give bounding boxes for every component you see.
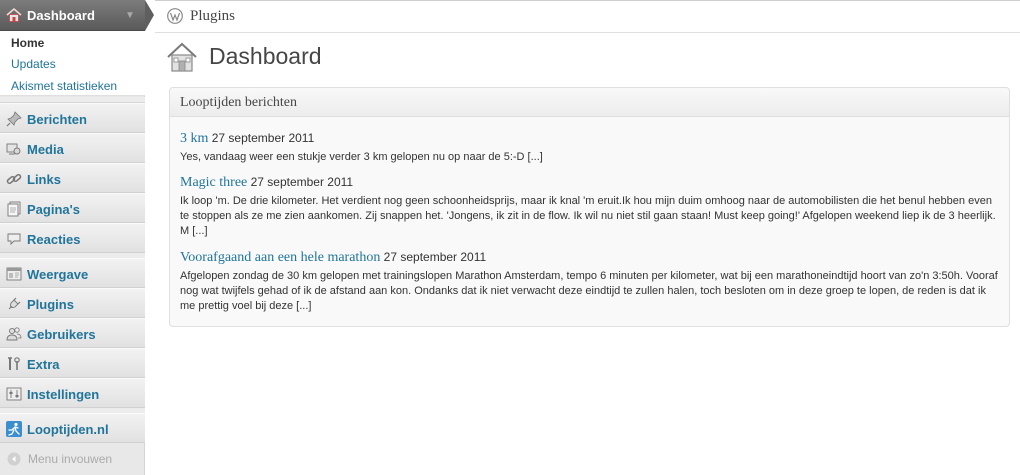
menu-item-reacties[interactable]: Reacties — [0, 223, 145, 253]
menu-label: Berichten — [27, 112, 87, 127]
menu-label: Media — [27, 142, 64, 157]
wordpress-logo-icon — [167, 8, 183, 24]
post-title-link[interactable]: Magic three — [180, 175, 247, 190]
post-title-link[interactable]: 3 km — [180, 131, 208, 146]
menu-item-extra[interactable]: Extra — [0, 348, 145, 378]
page-title: Dashboard — [209, 43, 322, 69]
widget-header[interactable]: Looptijden berichten — [170, 88, 1009, 117]
link-icon — [6, 171, 22, 187]
current-menu-arrow — [145, 0, 154, 31]
comments-icon — [6, 231, 22, 247]
menu-item-weergave[interactable]: Weergave — [0, 258, 145, 288]
collapse-arrow-icon[interactable] — [7, 452, 21, 466]
submenu-item-akismet[interactable]: Akismet statistieken — [11, 79, 117, 93]
post-item: Voorafgaand aan een hele marathon 27 sep… — [180, 250, 1000, 314]
post-date: 27 september 2011 — [383, 250, 487, 264]
menu-label: Gebruikers — [27, 327, 96, 342]
looptijden-widget: Looptijden berichten 3 km 27 september 2… — [169, 87, 1010, 327]
post-item: 3 km 27 september 2011 Yes, vandaag weer… — [180, 131, 1000, 165]
admin-sidebar: Dashboard ▼ Home Updates Akismet statist… — [0, 0, 154, 475]
collapse-menu-button[interactable]: Menu invouwen — [28, 452, 112, 466]
plugins-icon — [6, 296, 22, 312]
top-bar: Plugins — [155, 0, 1020, 33]
menu-label: Weergave — [27, 267, 89, 282]
post-excerpt: Ik loop 'm. De drie kilometer. Het verdi… — [180, 195, 996, 237]
menu-label: Looptijden.nl — [27, 422, 109, 437]
home-icon — [6, 7, 22, 23]
dashboard-submenu: Home Updates Akismet statistieken — [0, 31, 145, 96]
post-title-link[interactable]: Voorafgaand aan een hele marathon — [180, 250, 380, 265]
post-date: 27 september 2011 — [211, 131, 315, 145]
runner-icon — [6, 421, 22, 437]
menu-item-gebruikers[interactable]: Gebruikers — [0, 318, 145, 348]
chevron-down-icon[interactable]: ▼ — [125, 10, 135, 21]
post-date: 27 september 2011 — [250, 175, 354, 189]
dashboard-house-icon — [166, 41, 198, 73]
top-border — [155, 0, 1020, 1]
appearance-icon — [6, 266, 22, 282]
menu-label: Reacties — [27, 232, 81, 247]
screen-title: Plugins — [190, 8, 236, 24]
menu-item-links[interactable]: Links — [0, 163, 145, 193]
submenu-item-home[interactable]: Home — [11, 36, 44, 50]
post-excerpt: Afgelopen zondag de 30 km gelopen met tr… — [180, 270, 998, 312]
users-icon — [6, 326, 22, 342]
pages-icon — [6, 201, 22, 217]
settings-icon — [6, 386, 22, 402]
menu-item-instellingen[interactable]: Instellingen — [0, 378, 145, 408]
menu-item-looptijden[interactable]: Looptijden.nl — [0, 413, 145, 443]
dashboard-label: Dashboard — [27, 8, 95, 23]
submenu-item-updates[interactable]: Updates — [11, 57, 56, 71]
menu-item-plugins[interactable]: Plugins — [0, 288, 145, 318]
post-excerpt: Yes, vandaag weer een stukje verder 3 km… — [180, 151, 543, 163]
media-icon — [6, 141, 22, 157]
menu-label: Instellingen — [27, 387, 100, 402]
menu-item-media[interactable]: Media — [0, 133, 145, 163]
menu-item-berichten[interactable]: Berichten — [0, 103, 145, 133]
menu-label: Links — [27, 172, 61, 187]
tools-icon — [6, 356, 22, 372]
pushpin-icon — [6, 111, 22, 127]
menu-label: Pagina's — [27, 202, 80, 217]
menu-label: Extra — [27, 357, 60, 372]
menu-label: Plugins — [27, 297, 74, 312]
post-item: Magic three 27 september 2011 Ik loop 'm… — [180, 175, 1000, 239]
menu-item-paginas[interactable]: Pagina's — [0, 193, 145, 223]
menu-item-dashboard[interactable]: Dashboard ▼ — [0, 0, 145, 31]
widget-title: Looptijden berichten — [180, 95, 298, 110]
